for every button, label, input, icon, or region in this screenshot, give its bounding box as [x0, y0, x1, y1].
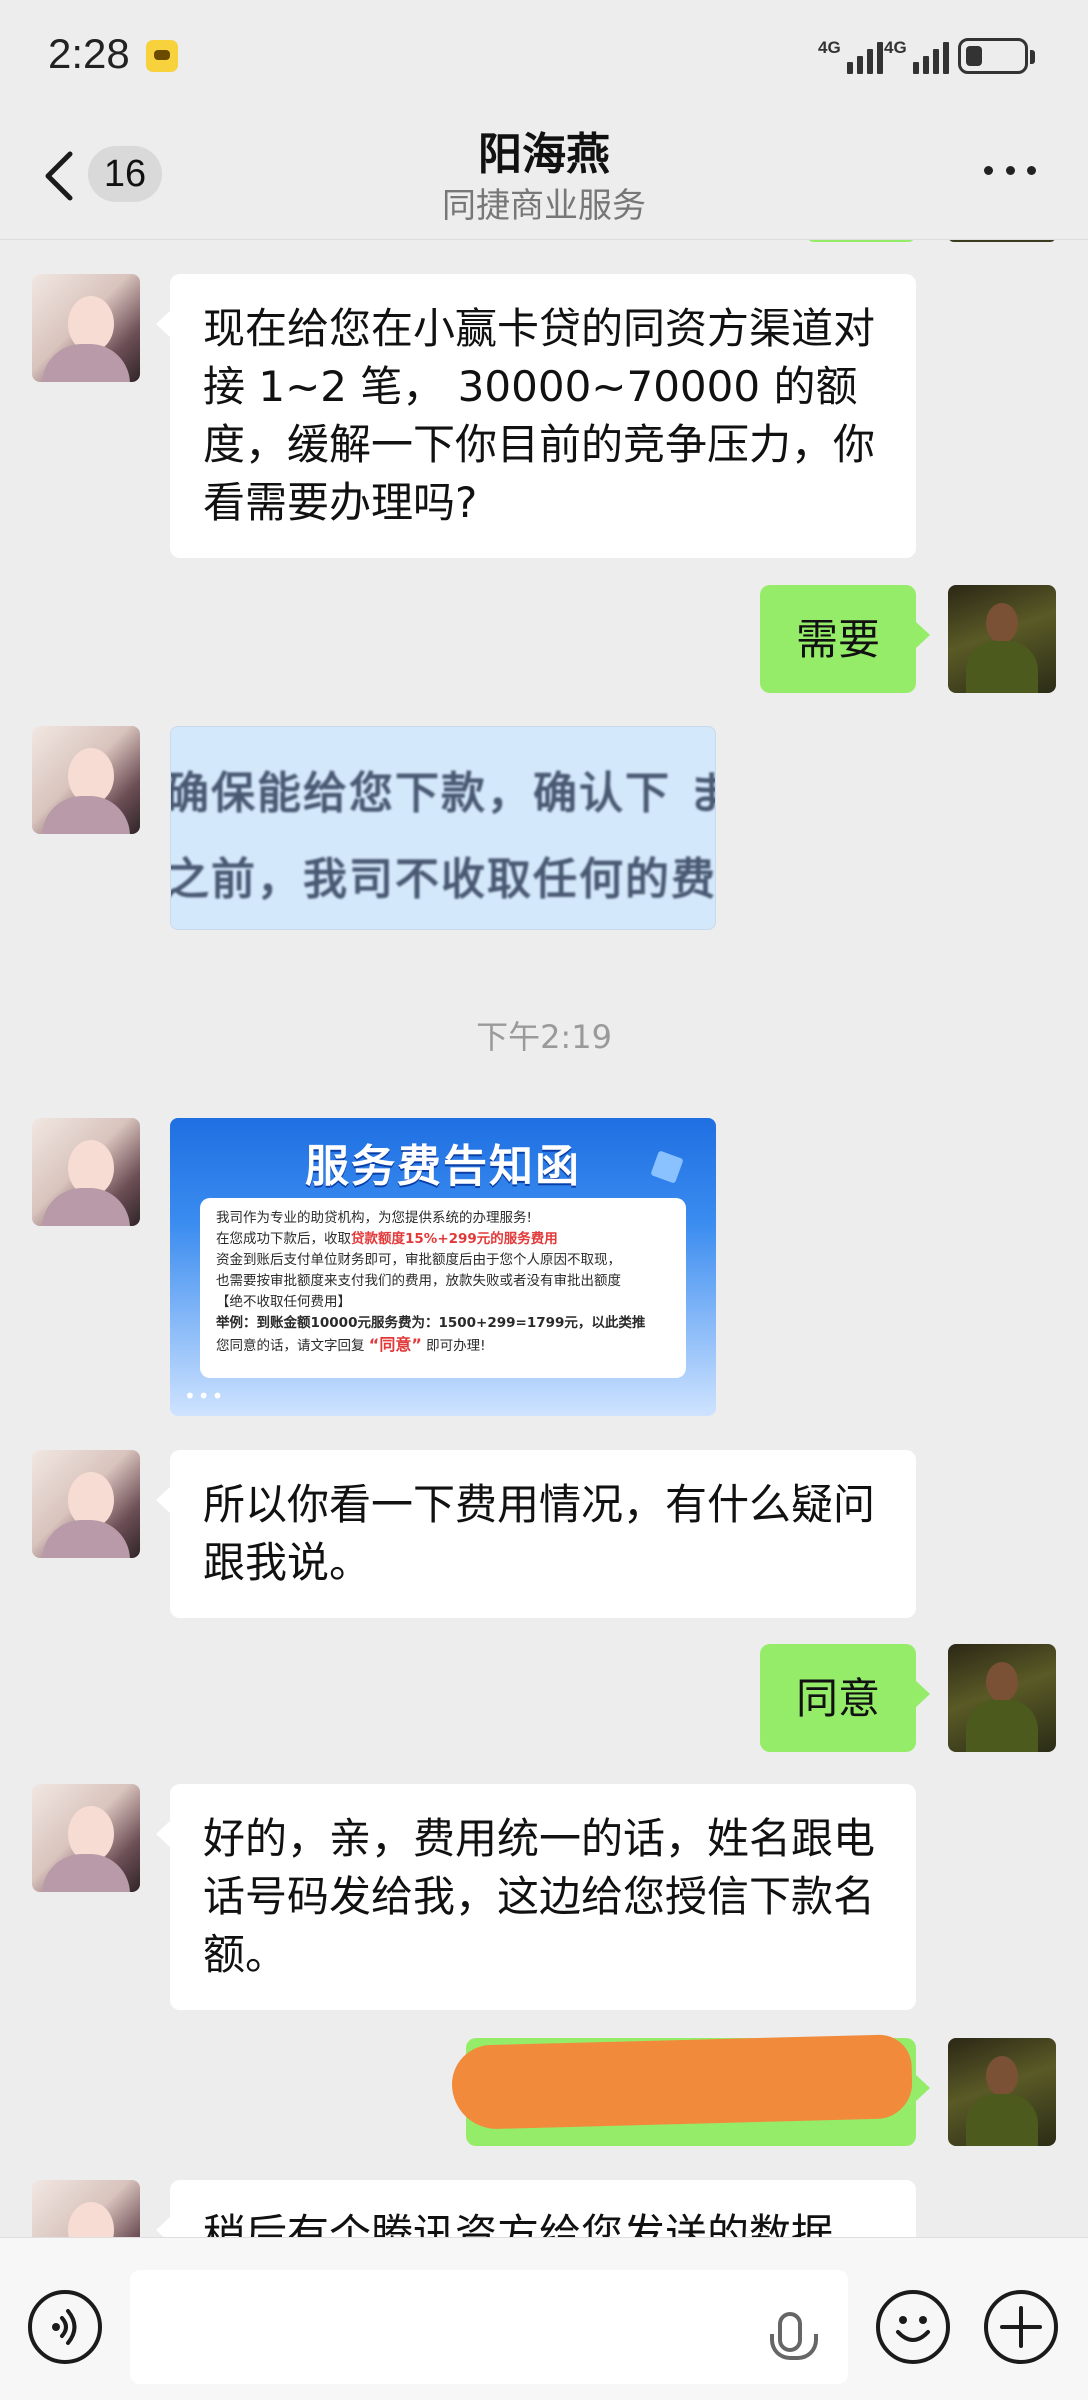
- image-message-2[interactable]: 服务费告知函 我司作为专业的助贷机构，为您提供系统的办理服务! 在您成功下款后，…: [170, 1118, 716, 1416]
- image-card: 我司作为专业的助贷机构，为您提供系统的办理服务! 在您成功下款后，收取贷款额度1…: [200, 1198, 686, 1378]
- image-text-line: 也需要按审批额度来支付我们的费用，放款失败或者没有审批出额度: [216, 1273, 621, 1289]
- message-text: 所以你看一下费用情况，有什么疑问跟我说。: [203, 1480, 876, 1587]
- message-bubble[interactable]: 好的，亲，费用统一的话，姓名跟电话号码发给我，这边给您授信下款名额。: [156, 1784, 916, 2010]
- my-message-bubble[interactable]: 同意: [760, 1644, 930, 1752]
- my-message-bubble[interactable]: 需要: [760, 585, 930, 693]
- chat-title: 阳海燕: [478, 129, 610, 180]
- mic-icon[interactable]: [770, 2312, 818, 2360]
- more-dot-icon: [1027, 166, 1036, 175]
- image-text-segment: 您同意的话，请文字回复: [216, 1338, 365, 1354]
- previous-message-edge: [806, 240, 916, 242]
- contact-avatar[interactable]: [32, 1450, 140, 1558]
- emoji-button[interactable]: [876, 2290, 950, 2364]
- more-dot-icon: [984, 166, 993, 175]
- emoji-icon: [896, 2316, 930, 2342]
- signal-1-icon: 4G: [818, 38, 883, 74]
- battery-icon: [958, 38, 1035, 74]
- plus-icon: [1000, 2306, 1042, 2348]
- image-text-segment: 即可办理!: [426, 1338, 486, 1354]
- image-text-highlight: 贷款额度15%+299元的服务费用: [351, 1231, 558, 1247]
- more-dot-icon: [1005, 166, 1015, 175]
- image-text-highlight: “同意”: [368, 1335, 422, 1354]
- voice-mode-icon: [52, 2309, 77, 2345]
- message-text: 现在给您在小赢卡贷的同资方渠道对接 1~2 笔， 30000~70000 的额度…: [203, 304, 876, 527]
- contact-avatar[interactable]: [32, 274, 140, 382]
- image-text-line: 【绝不收取任何费用】: [216, 1294, 351, 1310]
- image-text-line: 举例：到账金额10000元服务费为：1500+299=1799元，以此类推: [216, 1315, 646, 1331]
- image-title: 服务费告知函: [305, 1141, 581, 1192]
- message-text: 需要: [795, 615, 880, 664]
- signal-2-label: 4G: [884, 38, 907, 57]
- status-time: 2:28: [48, 30, 130, 77]
- image-text-segment: 在您成功下款后，收取: [216, 1231, 351, 1247]
- battery-fill: [966, 46, 983, 66]
- message-text: 好的，亲，费用统一的话，姓名跟电话号码发给我，这边给您授信下款名额。: [203, 1814, 876, 1979]
- chat-header: 16 阳海燕 同捷商业服务: [0, 112, 1088, 240]
- image-text-line: 资金到账后支付单位财务即可，审批额度后由于您个人原因不取现，: [216, 1252, 621, 1268]
- more-dots-icon: •••: [184, 1384, 226, 1408]
- signal-2-icon: 4G: [884, 38, 949, 74]
- status-bar: 2:28 4G 4G: [0, 0, 1088, 112]
- image-text-line: 之前，我司不收取任何的费: [170, 854, 716, 905]
- message-bubble[interactable]: 现在给您在小赢卡贷的同资方渠道对接 1~2 笔， 30000~70000 的额度…: [156, 274, 916, 558]
- chat-subtitle: 同捷商业服务: [442, 186, 646, 226]
- plus-button[interactable]: [984, 2290, 1058, 2364]
- image-text-line: 确保能给您下款，确认下 ま: [170, 768, 716, 819]
- redaction-mark: [450, 2033, 914, 2131]
- message-bubble[interactable]: 所以你看一下费用情况，有什么疑问跟我说。: [156, 1450, 916, 1618]
- image-text-line: 我司作为专业的助贷机构，为您提供系统的办理服务!: [216, 1210, 532, 1226]
- input-bar: [0, 2237, 1088, 2400]
- my-avatar[interactable]: [948, 585, 1056, 693]
- more-options-button[interactable]: [984, 166, 1036, 182]
- image-text-line: 在您成功下款后，收取贷款额度15%+299元的服务费用: [216, 1229, 670, 1250]
- contact-avatar[interactable]: [32, 726, 140, 834]
- message-text: 同意: [795, 1674, 880, 1723]
- time-separator: 下午2:19: [476, 1018, 612, 1056]
- app-notification-icon: [146, 40, 178, 72]
- image-text-line: 您同意的话，请文字回复 “同意” 即可办理!: [216, 1334, 670, 1357]
- voice-mode-button[interactable]: [28, 2290, 102, 2364]
- my-avatar[interactable]: [948, 1644, 1056, 1752]
- signal-1-label: 4G: [818, 38, 841, 57]
- previous-avatar-edge: [948, 240, 1056, 242]
- contact-avatar[interactable]: [32, 1118, 140, 1226]
- image-message-1[interactable]: 确保能给您下款，确认下 ま 之前，我司不收取任何的费: [170, 726, 716, 930]
- my-avatar[interactable]: [948, 2038, 1056, 2146]
- contact-avatar[interactable]: [32, 1784, 140, 1892]
- message-input[interactable]: [130, 2270, 848, 2384]
